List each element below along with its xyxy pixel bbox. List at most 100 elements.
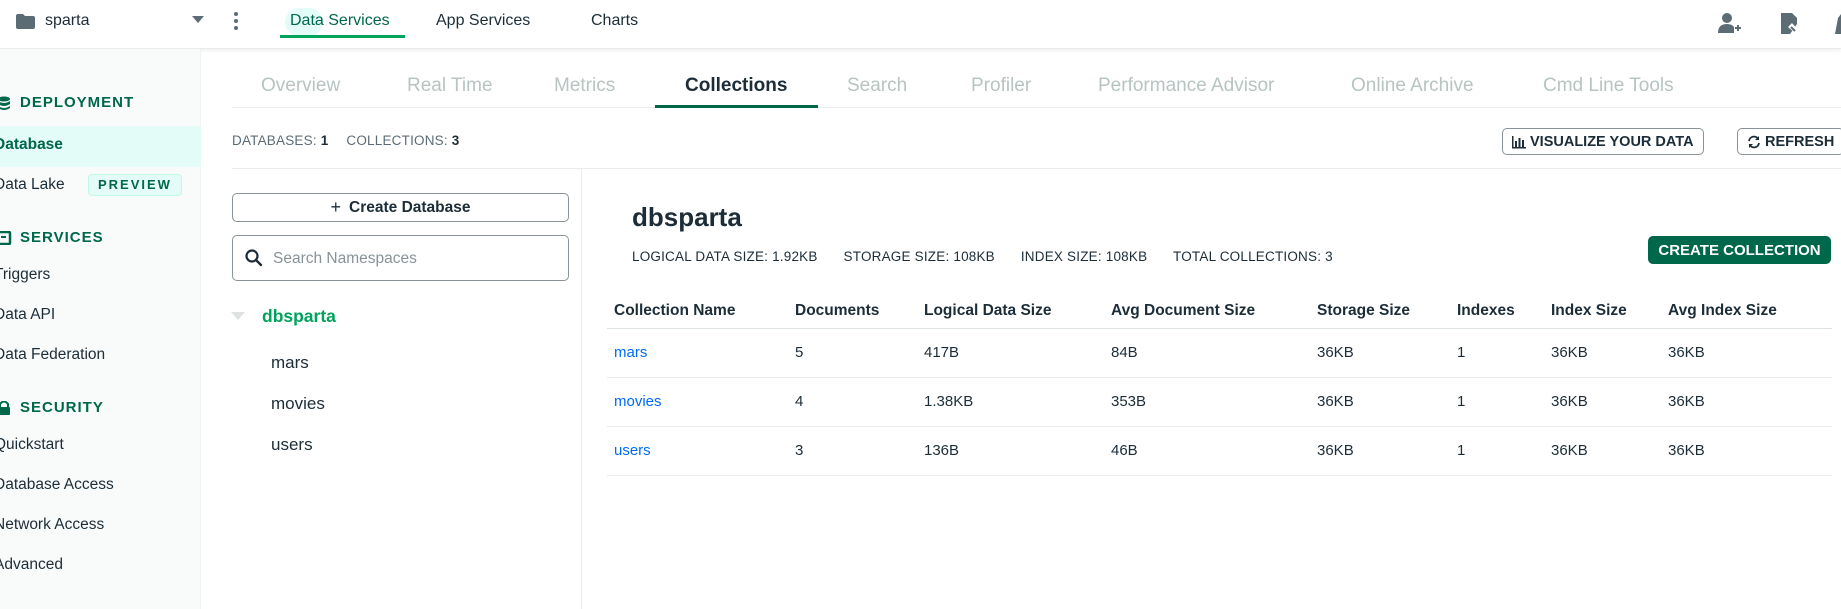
databases-count-value: 1 [320, 133, 329, 148]
column-header[interactable]: Avg Index Size [1661, 294, 1832, 329]
sidebar-item-data-lake[interactable]: Data Lake [0, 176, 65, 194]
table-cell: 417B [917, 328, 1104, 378]
sidebar-item-data-api[interactable]: Data API [0, 306, 55, 324]
search-icon [245, 249, 263, 267]
visualize-data-label: VISUALIZE YOUR DATA [1530, 133, 1694, 150]
top-navigation-bar: sparta Data Services App Services Charts [0, 0, 1841, 49]
search-namespaces-field[interactable] [232, 235, 569, 281]
index-size: INDEX SIZE: 108KB [1020, 249, 1148, 264]
total-collections: TOTAL COLLECTIONS: 3 [1173, 249, 1333, 264]
table-cell: 36KB [1661, 328, 1832, 378]
sidebar-section-title: SERVICES [20, 229, 104, 246]
create-collection-label: CREATE COLLECTION [1658, 241, 1821, 259]
sidebar-item-label: Network Access [0, 516, 105, 533]
subtab-performance-advisor[interactable]: Performance Advisor [1098, 75, 1274, 97]
collection-tree-item-users[interactable]: users [271, 435, 313, 455]
subtab-metrics[interactable]: Metrics [554, 75, 615, 97]
collection-name-link[interactable]: mars [607, 328, 788, 378]
sidebar-item-advanced[interactable]: Advanced [0, 556, 63, 574]
tab-data-services[interactable]: Data Services [290, 12, 390, 30]
column-header[interactable]: Indexes [1450, 294, 1544, 329]
active-subtab-underline [655, 105, 818, 108]
sidebar-item-database-access[interactable]: Database Access [0, 476, 114, 494]
subtab-cmd-line-tools[interactable]: Cmd Line Tools [1543, 75, 1674, 97]
table-cell: 46B [1104, 426, 1310, 476]
activity-feed-icon[interactable] [1776, 10, 1802, 36]
sidebar-item-label: Data Lake [0, 176, 65, 193]
table-cell: 1.38KB [917, 377, 1104, 427]
search-namespaces-input[interactable] [273, 248, 553, 270]
table-cell: 36KB [1310, 377, 1450, 427]
column-header[interactable]: Collection Name [607, 294, 788, 329]
panel-divider [581, 169, 582, 609]
collections-count-label: COLLECTIONS: [346, 133, 448, 148]
table-header-row: Collection Name Documents Logical Data S… [607, 294, 1832, 329]
sidebar-item-triggers[interactable]: Triggers [0, 266, 50, 284]
sidebar-section-services: SERVICES [0, 229, 104, 246]
sidebar-section-deployment: DEPLOYMENT [0, 94, 134, 111]
database-stats: LOGICAL DATA SIZE: 1.92KB STORAGE SIZE: … [632, 249, 1355, 264]
table-cell: 36KB [1544, 377, 1661, 427]
sidebar-item-label: Triggers [0, 266, 51, 283]
column-header[interactable]: Avg Document Size [1104, 294, 1310, 329]
folder-icon [16, 14, 35, 29]
caret-down-icon[interactable] [231, 312, 245, 320]
table-cell: 3 [788, 426, 917, 476]
column-header[interactable]: Logical Data Size [917, 294, 1104, 329]
collections-table: Collection Name Documents Logical Data S… [607, 294, 1832, 476]
table-cell: 84B [1104, 328, 1310, 378]
table-row: movies 4 1.38KB 353B 36KB 1 36KB 36KB [607, 377, 1832, 427]
table-cell: 36KB [1544, 328, 1661, 378]
collection-name-link[interactable]: movies [607, 377, 788, 427]
column-header[interactable]: Index Size [1544, 294, 1661, 329]
subtab-real-time[interactable]: Real Time [407, 75, 493, 97]
table-cell: 1 [1450, 377, 1544, 427]
tab-app-services[interactable]: App Services [436, 12, 530, 30]
project-name[interactable]: sparta [45, 12, 89, 30]
sidebar-item-network-access[interactable]: Network Access [0, 516, 104, 534]
logical-data-size: LOGICAL DATA SIZE: 1.92KB [632, 249, 818, 264]
bar-chart-icon [1512, 135, 1526, 148]
collection-tree-item-movies[interactable]: movies [271, 394, 325, 414]
sidebar-section-title: DEPLOYMENT [20, 94, 135, 111]
refresh-icon [1748, 135, 1760, 148]
table-cell: 353B [1104, 377, 1310, 427]
databases-count-label: DATABASES: [232, 133, 317, 148]
database-icon [0, 96, 10, 110]
column-header[interactable]: Storage Size [1310, 294, 1450, 329]
database-collection-counts: DATABASES: 1 COLLECTIONS: 3 [232, 133, 474, 148]
services-icon [0, 230, 12, 245]
database-tree-item[interactable]: dbsparta [262, 306, 336, 327]
refresh-button[interactable]: REFRESH [1737, 128, 1841, 155]
collection-tree-item-mars[interactable]: mars [271, 353, 309, 373]
table-cell: 1 [1450, 328, 1544, 378]
kebab-menu-icon[interactable] [232, 10, 240, 32]
create-database-button[interactable]: + Create Database [232, 193, 569, 222]
storage-size: STORAGE SIZE: 108KB [843, 249, 995, 264]
lock-icon [0, 400, 10, 415]
table-row: users 3 136B 46B 36KB 1 36KB 36KB [607, 426, 1832, 476]
subtab-overview[interactable]: Overview [261, 75, 340, 97]
tab-charts[interactable]: Charts [591, 12, 638, 30]
collection-name-link[interactable]: users [607, 426, 788, 476]
subtab-search[interactable]: Search [847, 75, 907, 97]
column-header[interactable]: Documents [788, 294, 917, 329]
sidebar-item-quickstart[interactable]: Quickstart [0, 436, 64, 454]
subtab-divider [232, 107, 1841, 108]
subtab-online-archive[interactable]: Online Archive [1351, 75, 1474, 97]
edge-icon [1835, 14, 1841, 34]
sidebar-section-title: SECURITY [20, 399, 104, 416]
subtab-profiler[interactable]: Profiler [971, 75, 1031, 97]
table-cell: 36KB [1544, 426, 1661, 476]
subtab-collections[interactable]: Collections [685, 75, 787, 97]
visualize-data-button[interactable]: VISUALIZE YOUR DATA [1502, 128, 1704, 155]
invite-user-icon[interactable] [1716, 10, 1742, 36]
sidebar-item-database[interactable]: Database [0, 126, 201, 167]
table-cell: 4 [788, 377, 917, 427]
caret-down-icon[interactable] [192, 16, 204, 23]
refresh-label: REFRESH [1765, 133, 1835, 150]
sidebar-item-label: Advanced [0, 556, 63, 573]
create-collection-button[interactable]: CREATE COLLECTION [1648, 236, 1831, 264]
sidebar-item-label: Data API [0, 306, 56, 323]
sidebar-item-data-federation[interactable]: Data Federation [0, 346, 105, 364]
